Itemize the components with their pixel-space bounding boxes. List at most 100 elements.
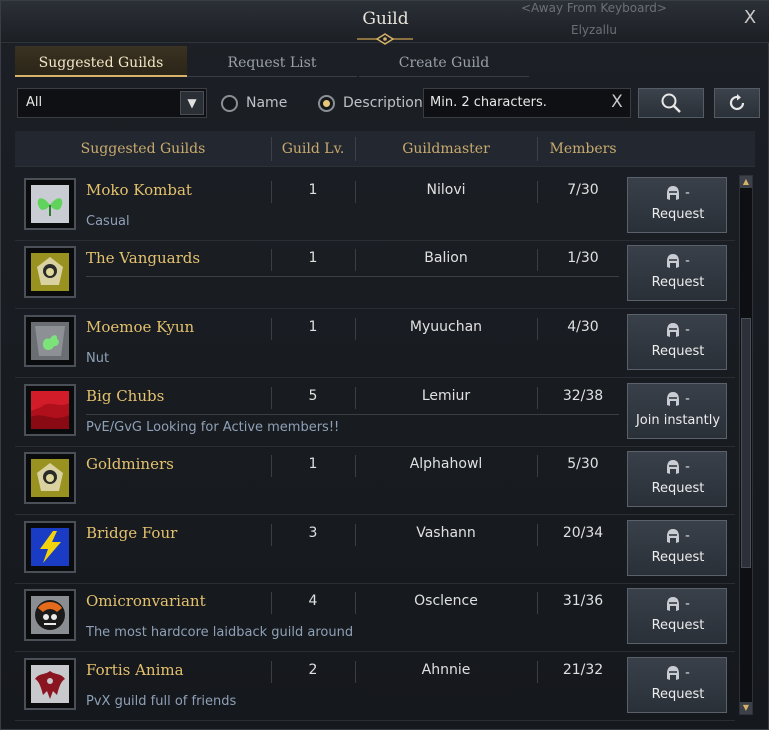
- scrollbar-thumb[interactable]: [741, 318, 751, 568]
- red-banner-emblem-icon: [24, 384, 76, 436]
- table-header: Suggested Guilds Guild Lv. Guildmaster M…: [15, 131, 755, 167]
- title-ornament-icon: [357, 33, 413, 45]
- guild-row[interactable]: Moko Kombat Casual 1 Nilovi 7/30 - Reque…: [15, 173, 735, 241]
- column-header-level[interactable]: Guild Lv.: [271, 131, 355, 167]
- search-icon: [661, 93, 681, 113]
- request-button-label: Request: [651, 207, 705, 222]
- request-button[interactable]: - Request: [627, 245, 727, 301]
- member-count: 4/30: [567, 319, 599, 335]
- guild-name[interactable]: Big Chubs: [86, 387, 164, 405]
- guildmaster: Balion: [424, 250, 468, 266]
- request-button-label: Request: [651, 618, 705, 633]
- guild-list: Moko Kombat Casual 1 Nilovi 7/30 - Reque…: [15, 173, 735, 721]
- row-underline: [86, 276, 619, 277]
- guild-level: 1: [308, 182, 318, 198]
- guild-row[interactable]: Bridge Four 3 Vashann 20/34 - Request: [15, 516, 735, 584]
- yellow-lightning-emblem-icon: [24, 521, 76, 573]
- guild-row[interactable]: Moemoe Kyun Nut 1 Myuuchan 4/30 - Reques…: [15, 310, 735, 378]
- helmet-icon: [667, 597, 680, 611]
- request-button-label: Request: [651, 344, 705, 359]
- member-count: 31/36: [562, 593, 604, 609]
- helmet-icon: [667, 392, 680, 406]
- guild-name[interactable]: Moemoe Kyun: [86, 318, 194, 336]
- request-cost: -: [685, 596, 690, 612]
- helmet-icon: [667, 460, 680, 474]
- request-button[interactable]: - Request: [627, 588, 727, 644]
- request-button-label: Request: [651, 481, 705, 496]
- scroll-up-arrow-icon[interactable]: ▲: [740, 176, 752, 188]
- request-cost: -: [685, 185, 690, 201]
- guild-row[interactable]: The Vanguards 1 Balion 1/30 - Request: [15, 241, 735, 309]
- lion-emblem-icon: [24, 452, 76, 504]
- radio-description-label: Description: [343, 95, 423, 111]
- guild-level: 5: [308, 388, 318, 404]
- guild-description: PvE/GvG Looking for Active members!!: [86, 420, 340, 435]
- guild-name[interactable]: Fortis Anima: [86, 661, 184, 679]
- member-count: 32/38: [562, 388, 604, 404]
- guild-description: Casual: [86, 214, 130, 229]
- guild-row[interactable]: Goldminers 1 Alphahowl 5/30 - Request: [15, 447, 735, 515]
- search-button[interactable]: [638, 88, 704, 118]
- column-header-members[interactable]: Members: [537, 131, 629, 167]
- request-button[interactable]: - Request: [627, 314, 727, 370]
- red-demon-emblem-icon: [24, 658, 76, 710]
- guild-level: 1: [308, 456, 318, 472]
- column-header-guildmaster[interactable]: Guildmaster: [355, 131, 537, 167]
- column-header-name[interactable]: Suggested Guilds: [15, 131, 271, 167]
- request-button[interactable]: - Request: [627, 520, 727, 576]
- radio-description[interactable]: [318, 95, 335, 112]
- helmet-icon: [667, 254, 680, 268]
- guild-row[interactable]: Fortis Anima PvX guild full of friends 2…: [15, 653, 735, 721]
- chevron-down-icon[interactable]: ▼: [180, 91, 204, 115]
- request-button[interactable]: - Request: [627, 451, 727, 507]
- list-scrollbar[interactable]: ▲ ▼: [739, 175, 753, 715]
- search-input[interactable]: Min. 2 characters.: [423, 88, 631, 118]
- guild-level: 3: [308, 525, 318, 541]
- window-title: Guild: [362, 9, 409, 29]
- request-button[interactable]: - Request: [627, 657, 727, 713]
- helmet-icon: [667, 666, 680, 680]
- tab-suggested-guilds[interactable]: Suggested Guilds: [15, 46, 187, 77]
- helmet-icon: [667, 323, 680, 337]
- guild-name[interactable]: The Vanguards: [86, 249, 200, 267]
- guild-level: 1: [308, 319, 318, 335]
- guild-name[interactable]: Omicronvariant: [86, 592, 206, 610]
- tab-request-list[interactable]: Request List: [187, 46, 357, 77]
- green-creature-emblem-icon: [24, 315, 76, 367]
- search-input-text: Min. 2 characters.: [430, 95, 547, 110]
- member-count: 5/30: [567, 456, 599, 472]
- guild-level: 1: [308, 250, 318, 266]
- guild-name[interactable]: Moko Kombat: [86, 181, 192, 199]
- guild-row[interactable]: Omicronvariant The most hardcore laidbac…: [15, 584, 735, 652]
- close-button[interactable]: X: [739, 7, 761, 29]
- helmet-icon: [667, 186, 680, 200]
- guild-name[interactable]: Bridge Four: [86, 524, 177, 542]
- clear-search-button[interactable]: X: [607, 91, 627, 113]
- helmet-icon: [667, 529, 680, 543]
- refresh-button[interactable]: [714, 88, 760, 118]
- join-button-label: Join instantly: [635, 413, 721, 428]
- request-cost: -: [685, 459, 690, 475]
- radio-name-label: Name: [246, 95, 288, 111]
- request-cost: -: [685, 253, 690, 269]
- guildmaster: Nilovi: [426, 182, 466, 198]
- radio-name[interactable]: [221, 95, 238, 112]
- guildmaster: Vashann: [416, 525, 476, 541]
- lion-emblem-icon: [24, 246, 76, 298]
- request-cost: -: [685, 391, 690, 407]
- guild-name[interactable]: Goldminers: [86, 455, 174, 473]
- join-instantly-button[interactable]: - Join instantly: [627, 383, 727, 439]
- guildmaster: Lemiur: [421, 388, 471, 404]
- tab-create-guild[interactable]: Create Guild: [359, 46, 529, 77]
- member-count: 21/32: [562, 662, 604, 678]
- guild-row[interactable]: Big Chubs PvE/GvG Looking for Active mem…: [15, 379, 735, 447]
- guild-level: 4: [308, 593, 318, 609]
- guild-description: Nut: [86, 351, 110, 366]
- guild-type-select[interactable]: All ▼: [17, 88, 207, 118]
- scroll-down-arrow-icon[interactable]: ▼: [740, 702, 752, 714]
- request-cost: -: [685, 665, 690, 681]
- title-bar: <Away From Keyboard> Elyzallu Guild X: [1, 1, 769, 45]
- member-count: 7/30: [567, 182, 599, 198]
- guild-description: PvX guild full of friends: [86, 694, 237, 709]
- request-button[interactable]: - Request: [627, 177, 727, 233]
